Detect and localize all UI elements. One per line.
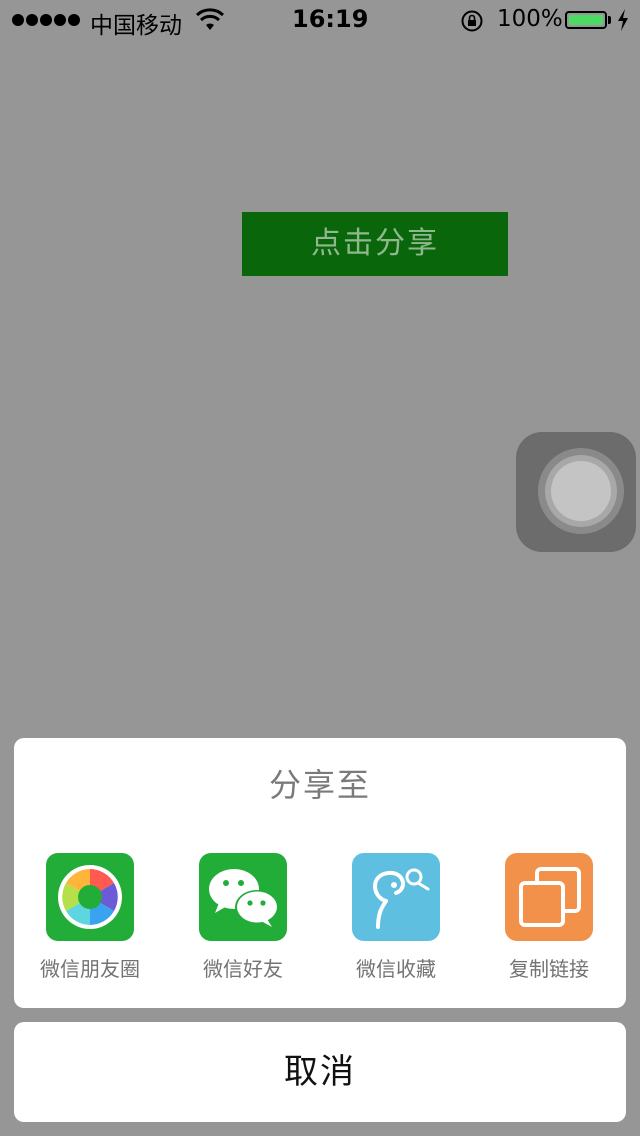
wechat-chat-icon	[199, 853, 287, 941]
share-option-label: 微信朋友圈	[40, 957, 140, 981]
share-option-moments[interactable]: 微信朋友圈	[20, 853, 160, 993]
carrier-name: 中国移动	[90, 13, 182, 39]
charging-bolt-icon	[618, 9, 628, 31]
share-sheet-title: 分享至	[268, 766, 371, 804]
wifi-icon	[196, 8, 224, 30]
status-bar: 中国移动 16:19 100%	[0, 0, 640, 40]
share-option-label: 微信好友	[203, 957, 283, 981]
moments-aperture-icon	[46, 853, 134, 941]
copy-link-icon	[505, 853, 593, 941]
favorites-icon	[352, 853, 440, 941]
signal-dots-icon	[12, 14, 80, 26]
share-option-favorites[interactable]: 微信收藏	[326, 853, 466, 993]
cancel-button[interactable]: 取消	[14, 1022, 626, 1122]
clock: 16:19	[292, 5, 369, 33]
rotation-lock-icon	[461, 10, 483, 32]
battery-percentage: 100%	[497, 6, 563, 32]
share-option-label: 微信收藏	[356, 957, 436, 981]
battery-tip	[608, 16, 611, 24]
share-button[interactable]: 点击分享	[242, 212, 508, 276]
share-option-label: 复制链接	[509, 957, 589, 981]
battery-icon	[565, 11, 607, 29]
share-option-wechat-friend[interactable]: 微信好友	[173, 853, 313, 993]
assistive-touch-button[interactable]	[516, 432, 636, 552]
share-option-copy-link[interactable]: 复制链接	[479, 853, 619, 993]
share-sheet: 分享至 微信朋友圈 微信好友 微信收藏 复制链接	[14, 738, 626, 1008]
